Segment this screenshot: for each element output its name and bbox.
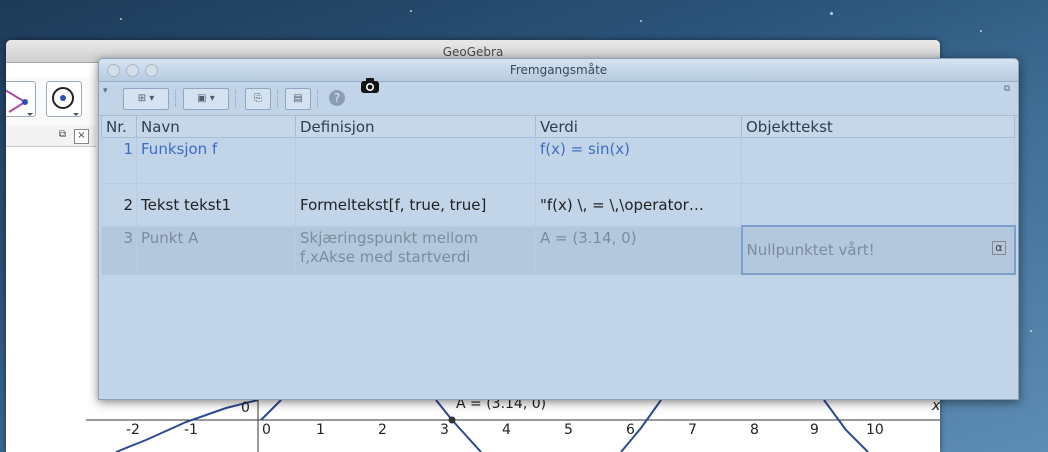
- main-toolbar: [6, 77, 96, 128]
- main-window-title: GeoGebra: [442, 45, 504, 59]
- column-header-definition[interactable]: Definisjon: [295, 115, 536, 138]
- symbol-picker-button[interactable]: α: [992, 241, 1006, 255]
- row-definition[interactable]: Formeltekst[f, true, true]: [295, 183, 536, 227]
- table-row[interactable]: 2 Tekst tekst1 Formeltekst[f, true, true…: [101, 183, 1015, 227]
- x-tick-label: 0: [262, 422, 271, 438]
- row-value[interactable]: A = (3.14, 0): [535, 225, 742, 275]
- row-name[interactable]: Tekst tekst1: [136, 183, 296, 227]
- close-view-button[interactable]: ×: [74, 129, 89, 144]
- row-definition[interactable]: Skjæringspunkt mellom f,xAkse med startv…: [295, 225, 536, 275]
- protocol-table: Nr. Navn Definisjon Verdi Objekttekst 1 …: [101, 115, 1016, 275]
- columns-dropdown-button[interactable]: ⊞ ▾: [123, 88, 169, 110]
- x-tick-label: 1: [316, 422, 325, 438]
- x-tick-label: 10: [866, 422, 884, 438]
- window-close-button[interactable]: [107, 64, 120, 77]
- x-tick-label: 3: [440, 422, 449, 438]
- row-value[interactable]: "f(x) \, = \,\operator…: [535, 183, 742, 227]
- table-header-row: Nr. Navn Definisjon Verdi Objekttekst: [101, 115, 1015, 138]
- caption-edit-field[interactable]: Nullpunktet vårt! α: [740, 225, 1016, 275]
- help-icon: ?: [329, 90, 345, 106]
- row-number: 3: [101, 225, 137, 275]
- table-row[interactable]: 3 Punkt A Skjæringspunkt mellom f,xAkse …: [101, 225, 1016, 275]
- options-dropdown-button[interactable]: ▣ ▾: [183, 88, 229, 110]
- graphics-view[interactable]: x 0 A = (3.14, 0) -2 -1 0 1 2 3 4 5 6 7 …: [86, 396, 940, 452]
- protocol-toolbar: ▾ ⊞ ▾ ▣ ▾ ⎘ ▤ ? ⧉: [99, 82, 1018, 116]
- view-panel-bar: ⧉ ×: [6, 126, 96, 147]
- options-icon: ▣ ▾: [197, 93, 215, 104]
- x-tick-label: 5: [564, 422, 573, 438]
- row-name[interactable]: Funksjon f: [136, 137, 296, 184]
- x-tick-label: -1: [184, 422, 198, 438]
- polygon-tool-button[interactable]: [6, 81, 36, 117]
- circle-tool-button[interactable]: [46, 81, 82, 117]
- window-minimize-button[interactable]: [126, 64, 139, 77]
- row-name[interactable]: Punkt A: [136, 225, 296, 275]
- dock-icon[interactable]: ⧉: [1004, 84, 1010, 94]
- column-header-name[interactable]: Navn: [136, 115, 296, 138]
- x-tick-label: 6: [626, 422, 635, 438]
- protocol-titlebar[interactable]: Fremgangsmåte: [99, 59, 1018, 82]
- origin-label: 0: [241, 400, 250, 416]
- circle-icon: [52, 87, 79, 116]
- print-button[interactable]: ▤: [285, 88, 311, 110]
- polygon-icon: [6, 89, 33, 116]
- window-zoom-button[interactable]: [145, 64, 158, 77]
- construction-protocol-window: Fremgangsmåte ▾ ⊞ ▾ ▣ ▾ ⎘ ▤ ? ⧉ Nr. Navn…: [98, 58, 1019, 400]
- column-header-value[interactable]: Verdi: [535, 115, 742, 138]
- protocol-title: Fremgangsmåte: [509, 63, 608, 77]
- camera-icon: [360, 78, 380, 94]
- row-caption[interactable]: [741, 183, 1015, 227]
- x-tick-label: 8: [750, 422, 759, 438]
- x-tick-label: 7: [688, 422, 697, 438]
- row-definition-line: Skjæringspunkt mellom: [300, 228, 479, 247]
- row-number: 2: [101, 183, 137, 227]
- x-tick-label: 9: [810, 422, 819, 438]
- column-header-caption[interactable]: Objekttekst: [741, 115, 1015, 138]
- x-axis-label: x: [932, 398, 940, 414]
- table-columns-icon: ⊞ ▾: [137, 93, 155, 104]
- export-icon: ⎘: [254, 93, 262, 104]
- export-button[interactable]: ⎘: [245, 88, 271, 110]
- row-definition[interactable]: [295, 137, 536, 184]
- column-header-nr[interactable]: Nr.: [101, 115, 137, 138]
- caption-edit-text: Nullpunktet vårt!: [746, 241, 875, 259]
- print-icon: ▤: [293, 93, 303, 104]
- row-number: 1: [101, 137, 137, 184]
- row-definition-line: f,xAkse med startverdi: [300, 247, 471, 266]
- x-tick-label: 2: [378, 422, 387, 438]
- row-value[interactable]: f(x) = sin(x): [535, 137, 742, 184]
- row-caption[interactable]: [741, 137, 1015, 184]
- collapse-toolbar-icon[interactable]: ▾: [103, 86, 108, 96]
- help-button[interactable]: ?: [325, 88, 349, 108]
- x-tick-label: 4: [502, 422, 511, 438]
- x-tick-label: -2: [126, 422, 140, 438]
- table-row[interactable]: 1 Funksjon f f(x) = sin(x): [101, 137, 1015, 184]
- undock-icon[interactable]: ⧉: [56, 129, 69, 142]
